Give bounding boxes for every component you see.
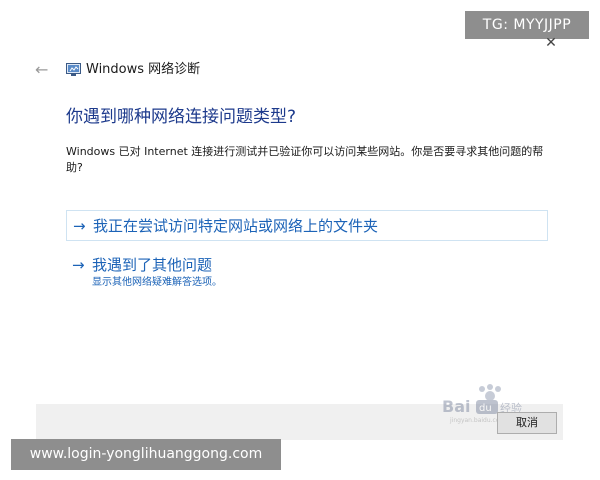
cancel-button[interactable]: 取消: [497, 412, 557, 434]
network-diagnostics-icon: [66, 62, 81, 76]
option-label: 我正在尝试访问特定网站或网络上的文件夹: [93, 217, 379, 235]
option-specific-website-link[interactable]: → 我正在尝试访问特定网站或网络上的文件夹: [66, 210, 548, 241]
network-diagnostics-dialog: TG: MYYJJPP ✕ ← Windows 网络诊断 你遇到哪种网络连接问题…: [0, 0, 600, 480]
page-question: 你遇到哪种网络连接问题类型?: [66, 107, 297, 127]
option-other-problem-link[interactable]: → 我遇到了其他问题 显示其他网络疑难解答选项。: [66, 252, 548, 294]
window-title: Windows 网络诊断: [86, 62, 201, 77]
back-arrow-icon[interactable]: ←: [35, 61, 55, 79]
watermark-top: TG: MYYJJPP: [465, 11, 589, 39]
close-button[interactable]: ✕: [542, 36, 560, 50]
svg-text:du: du: [479, 403, 492, 414]
watermark-bottom: www.login-yonglihuanggong.com: [11, 439, 281, 470]
arrow-right-icon: →: [72, 256, 85, 274]
description-text: Windows 已对 Internet 连接进行测试并已验证你可以访问某些网站。…: [66, 145, 544, 174]
option-label: 我遇到了其他问题: [92, 256, 213, 274]
svg-text:Bai: Bai: [442, 397, 470, 416]
option-sublabel: 显示其他网络疑难解答选项。: [92, 277, 222, 288]
arrow-right-icon: →: [73, 217, 86, 235]
